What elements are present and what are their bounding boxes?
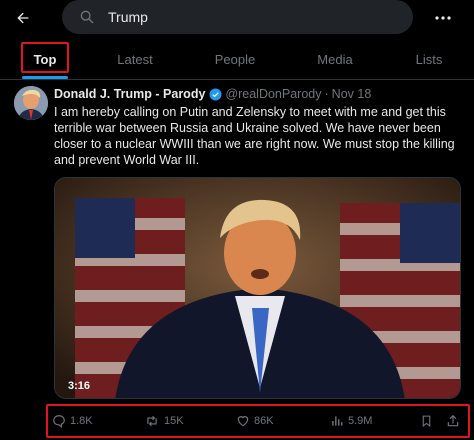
share-button[interactable]: [446, 414, 460, 428]
tab-people[interactable]: People: [200, 38, 270, 80]
share-icon: [447, 414, 459, 427]
views-count: 5.9M: [348, 415, 373, 427]
search-box[interactable]: [62, 0, 413, 34]
back-arrow-icon: [17, 12, 29, 24]
video-duration: 3:16: [68, 380, 91, 392]
tab-top[interactable]: Top: [22, 38, 68, 80]
views-icon: [332, 416, 343, 426]
repost-button[interactable]: 15K: [144, 414, 184, 428]
tweet-text: I am hereby calling on Putin and Zelensk…: [54, 105, 455, 167]
tweet-actions: 1.8K 15K 86K 5.9M: [46, 404, 470, 438]
bookmark-button[interactable]: [420, 414, 433, 428]
repost-count: 15K: [164, 415, 184, 427]
search-tabs: Top Latest People Media Lists: [0, 38, 474, 80]
tweet-header: Donald J. Trump - Parody @realDonParody …: [54, 87, 371, 101]
video-frame-image: [55, 178, 460, 398]
author-name[interactable]: Donald J. Trump - Parody: [54, 87, 205, 101]
top-bar: [0, 0, 474, 38]
tab-lists[interactable]: Lists: [394, 38, 464, 80]
search-icon: [78, 8, 96, 26]
like-button[interactable]: 86K: [236, 414, 274, 428]
reply-icon: [53, 415, 65, 428]
verified-icon: [209, 88, 222, 101]
reply-count: 1.8K: [70, 415, 93, 427]
active-tab-indicator: [22, 76, 68, 79]
meta-separator: ·: [324, 87, 329, 101]
avatar[interactable]: [14, 86, 48, 120]
reply-button[interactable]: 1.8K: [52, 414, 93, 428]
back-button[interactable]: [10, 5, 36, 31]
search-input[interactable]: [108, 9, 368, 25]
more-icon: [435, 16, 451, 20]
more-button[interactable]: [430, 6, 456, 30]
like-count: 86K: [254, 415, 274, 427]
tweet-video[interactable]: [54, 177, 461, 399]
like-icon: [237, 416, 249, 427]
author-handle[interactable]: @realDonParody: [225, 87, 321, 101]
tab-media[interactable]: Media: [300, 38, 370, 80]
repost-icon: [147, 415, 157, 427]
views-button[interactable]: 5.9M: [330, 414, 372, 428]
tweet-date[interactable]: Nov 18: [332, 87, 372, 101]
tab-latest[interactable]: Latest: [100, 38, 170, 80]
bookmark-icon: [422, 415, 431, 427]
